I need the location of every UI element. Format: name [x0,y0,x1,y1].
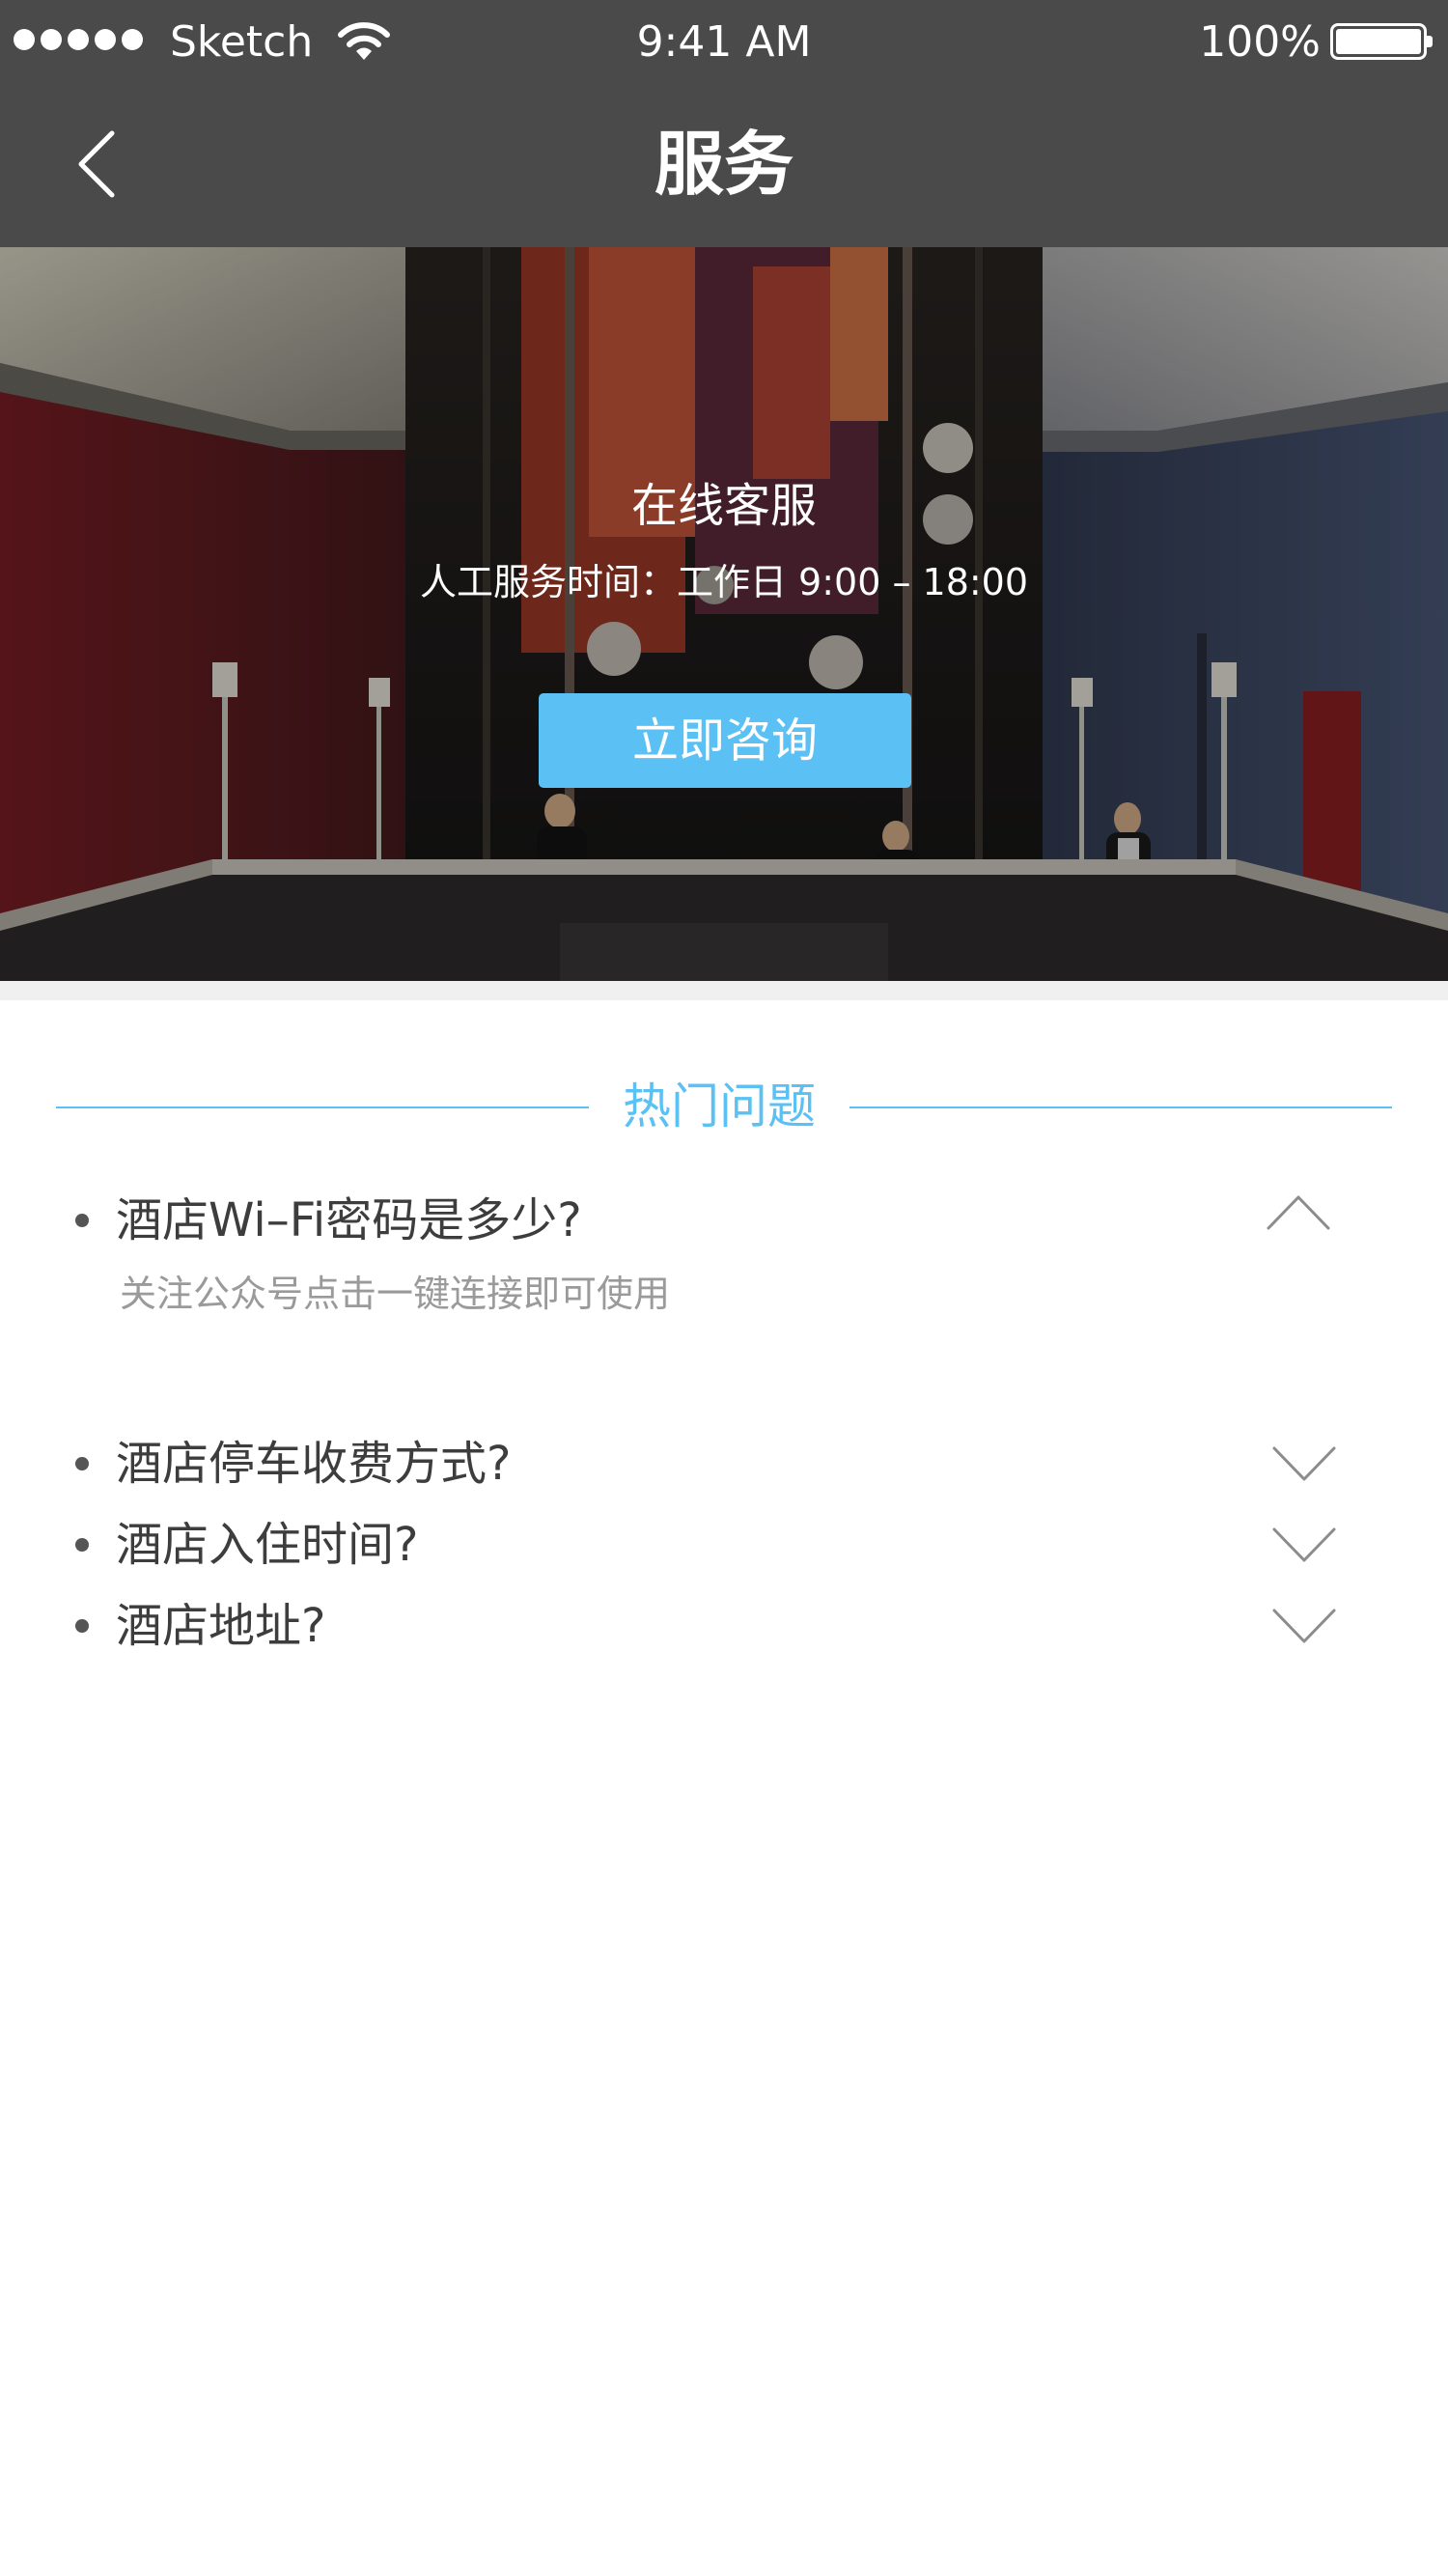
bullet-icon [75,1619,89,1633]
header-line-left [56,1106,589,1108]
section-title: 热门问题 [623,1078,816,1134]
chevron-down-icon[interactable] [1270,1524,1338,1566]
hero-banner: 在线客服 人工服务时间：工作日 9:00 – 18:00 立即咨询 [0,247,1448,981]
service-hours: 人工服务时间：工作日 9:00 – 18:00 [419,561,1029,603]
faq-question: 酒店入住时间? [116,1518,419,1572]
faq-item-wifi[interactable]: 酒店Wi–Fi密码是多少? 关注公众号点击一键连接即可使用 [0,1190,1448,1334]
consult-now-button[interactable]: 立即咨询 [539,693,911,788]
hero-title: 在线客服 [630,479,817,533]
faq-question: 酒店地址? [116,1599,326,1653]
faq-question: 酒店Wi–Fi密码是多少? [116,1193,582,1247]
faq-question: 酒店停车收费方式? [116,1437,512,1491]
navigation-bar: 服务 [0,83,1448,247]
chevron-left-icon [78,130,115,198]
battery-percent: 100% [1199,17,1321,67]
chevron-down-icon[interactable] [1270,1605,1338,1647]
faq-item-checkin-time[interactable]: 酒店入住时间? [0,1514,1448,1576]
faq-item-parking[interactable]: 酒店停车收费方式? [0,1433,1448,1495]
hot-questions-header: 热门问题 [56,1072,1392,1141]
bullet-icon [75,1214,89,1227]
faq-item-address[interactable]: 酒店地址? [0,1595,1448,1657]
header-line-right [849,1106,1392,1108]
section-divider [0,981,1448,1000]
bullet-icon [75,1457,89,1470]
top-bar: Sketch 9:41 AM 100% 服务 [0,0,1448,247]
faq-answer: 关注公众号点击一键连接即可使用 [120,1273,671,1315]
battery-icon [1330,23,1433,60]
page-title: 服务 [654,124,794,205]
chevron-up-icon[interactable] [1265,1191,1332,1234]
bullet-icon [75,1538,89,1552]
status-bar: Sketch 9:41 AM 100% [0,0,1448,83]
chevron-down-icon[interactable] [1270,1442,1338,1485]
back-button[interactable] [50,118,143,210]
